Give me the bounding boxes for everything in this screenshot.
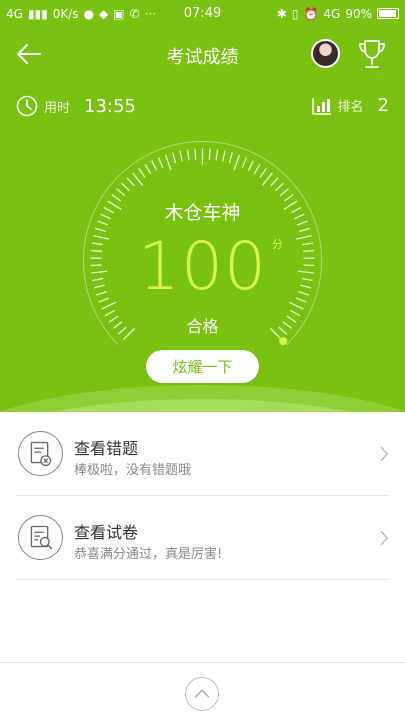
avatar[interactable] <box>311 39 340 68</box>
battery-percent: 90% <box>345 6 372 21</box>
gauge-tick <box>261 172 273 186</box>
gauge-tick <box>151 160 158 171</box>
gauge-tick <box>164 154 172 171</box>
gauge-tick <box>126 177 135 187</box>
bluetooth-icon: ✱ <box>276 6 287 21</box>
list-item-title: 查看错题 <box>74 439 139 458</box>
scroll-up-button[interactable] <box>185 677 219 711</box>
result-actions-list: 查看错题 棒极啦，没有错题哦 查看试卷 恭喜满分通过，真是厉害! <box>0 412 405 580</box>
network-label: 4G <box>6 6 23 21</box>
gauge-tick <box>247 160 254 171</box>
phone-icon: ✆ <box>129 6 140 21</box>
rank-row: 排名 2 <box>311 95 389 116</box>
alarm-icon: ⏰ <box>303 6 319 21</box>
status-left: 4G ▮▮▮ 0K/s ● ◆ ▣ ✆ ··· <box>6 7 156 21</box>
gauge-tick <box>279 188 289 197</box>
vibrate-icon: ▯ <box>291 6 299 21</box>
chevron-right-icon <box>380 446 388 462</box>
gauge-tick <box>121 182 130 192</box>
more-icon: ··· <box>144 6 157 21</box>
list-item-subtitle: 恭喜满分通过，真是厉害! <box>74 547 223 562</box>
rank-chart-icon <box>311 97 331 115</box>
list-item-wrong-answers[interactable]: 查看错题 棒极啦，没有错题哦 <box>16 412 389 496</box>
gauge-tick <box>157 157 164 168</box>
share-button[interactable]: 炫耀一下 <box>146 350 259 383</box>
rank-label: 排名 <box>337 100 364 115</box>
wechat-icon: ● <box>83 6 95 21</box>
gauge-tick <box>186 149 190 161</box>
pass-status: 合格 <box>186 317 219 336</box>
review-paper-icon <box>18 515 63 560</box>
screen: 4G ▮▮▮ 0K/s ● ◆ ▣ ✆ ··· 07:49 ✱ ▯ ⏰ 4G 9… <box>0 0 405 720</box>
network-right-label: 4G <box>323 6 341 21</box>
qq-icon: ◆ <box>99 6 109 21</box>
page-title: 考试成绩 <box>166 47 239 68</box>
gauge-tick <box>208 148 211 160</box>
gauge-tick <box>172 152 177 164</box>
user-name: 木仓车神 <box>164 202 241 224</box>
gauge-tick <box>215 149 219 161</box>
gauge-tick <box>253 164 261 175</box>
wrong-answers-icon <box>18 431 63 476</box>
gauge-tick <box>116 188 126 197</box>
rank-value: 2 <box>377 95 389 116</box>
score-value: 100 <box>138 228 267 305</box>
gauge-tick <box>222 150 226 162</box>
list-item-review-paper[interactable]: 查看试卷 恭喜满分通过，真是厉害! <box>16 496 389 580</box>
list-item-title: 查看试卷 <box>74 523 139 542</box>
gauge-tick <box>132 172 144 186</box>
status-bar: 4G ▮▮▮ 0K/s ● ◆ ▣ ✆ ··· 07:49 ✱ ▯ ⏰ 4G 9… <box>0 0 405 27</box>
gauge-tick <box>228 152 233 164</box>
status-right: ✱ ▯ ⏰ 4G 90% <box>277 0 399 27</box>
time-used-value: 13:55 <box>84 95 136 117</box>
chevron-right-icon <box>380 530 388 546</box>
gauge-tick <box>259 168 267 178</box>
list-item-subtitle: 棒极啦，没有错题哦 <box>74 463 192 478</box>
gauge-tick <box>138 168 146 178</box>
time-used-row: 用时 13:55 <box>16 95 136 117</box>
gauge-tick <box>144 164 152 175</box>
trophy-icon[interactable] <box>357 38 387 70</box>
clock-icon <box>16 95 38 117</box>
gauge-tick <box>194 148 197 160</box>
gauge-tick <box>270 177 279 187</box>
gauge-marker <box>279 337 288 346</box>
bottom-bar <box>0 662 405 720</box>
score-unit: 分 <box>272 238 283 251</box>
time-used-label: 用时 <box>44 100 71 116</box>
gauge-tick <box>179 150 183 162</box>
app-icon: ▣ <box>113 6 125 21</box>
gauge-tick <box>275 182 284 192</box>
top-bar: 考试成绩 <box>0 27 405 82</box>
speed-label: 0K/s <box>52 6 79 21</box>
signal-icon: ▮▮▮ <box>27 6 48 21</box>
gauge-tick <box>233 154 241 171</box>
battery-icon <box>377 8 399 19</box>
gauge-tick <box>241 157 248 168</box>
